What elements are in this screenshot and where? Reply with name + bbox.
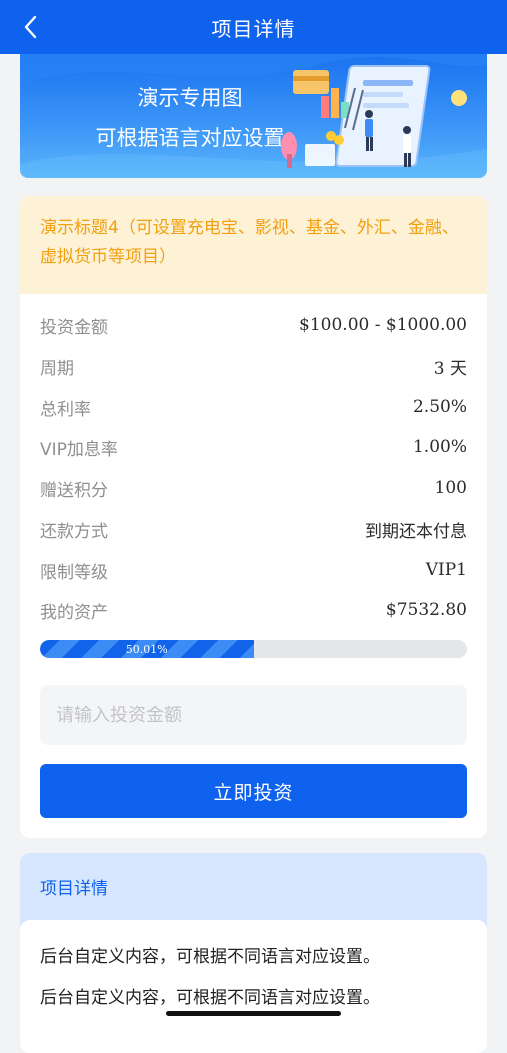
info-row-vip-rate: VIP加息率 1.00%	[40, 433, 467, 461]
progress-fill: 50.01%	[40, 640, 254, 658]
info-value: $7532.80	[385, 600, 467, 620]
info-row-period: 周期 3 天	[40, 352, 467, 380]
promo-banner: 演示专用图 可根据语言对应设置	[20, 54, 487, 178]
info-value: 1.00%	[412, 437, 467, 457]
info-value: 100	[434, 478, 467, 498]
info-label: 赠送积分	[40, 480, 108, 501]
info-value: 到期还本付息	[365, 521, 467, 542]
back-button[interactable]	[18, 13, 46, 41]
info-label: 还款方式	[40, 521, 108, 542]
info-label: VIP加息率	[40, 439, 118, 460]
info-label: 投资金额	[40, 317, 108, 338]
project-title: 演示标题4（可设置充电宝、影视、基金、外汇、金融、虚拟货币等项目）	[20, 196, 487, 294]
detail-line: 后台自定义内容，可根据不同语言对应设置。	[40, 947, 380, 967]
info-label: 我的资产	[40, 602, 108, 623]
progress-label: 50.01%	[125, 642, 168, 656]
info-value: $100.00 - $1000.00	[299, 315, 467, 335]
info-value: 2.50%	[412, 397, 467, 417]
nav-bar: 项目详情	[0, 0, 507, 54]
progress-bar: 50.01%	[40, 640, 467, 658]
chevron-left-icon	[24, 15, 37, 39]
info-value: VIP1	[425, 560, 467, 580]
info-label: 周期	[40, 358, 74, 379]
home-indicator	[166, 1011, 341, 1016]
invest-button[interactable]: 立即投资	[40, 764, 467, 818]
info-row-level: 限制等级 VIP1	[40, 556, 467, 584]
info-value: 3 天	[433, 358, 467, 379]
project-card: 演示标题4（可设置充电宝、影视、基金、外汇、金融、虚拟货币等项目） 投资金额 $…	[20, 196, 487, 838]
page-title: 项目详情	[211, 16, 296, 41]
info-row-points: 赠送积分 100	[40, 474, 467, 502]
info-row-assets: 我的资产 $7532.80	[40, 596, 467, 624]
banner-illustration	[281, 65, 467, 168]
info-label: 限制等级	[40, 562, 108, 583]
detail-body: 后台自定义内容，可根据不同语言对应设置。 后台自定义内容，可根据不同语言对应设置…	[20, 920, 487, 1053]
info-row-repayment: 还款方式 到期还本付息	[40, 515, 467, 543]
info-row-rate: 总利率 2.50%	[40, 393, 467, 421]
info-row-amount: 投资金额 $100.00 - $1000.00	[40, 311, 467, 339]
detail-section: 项目详情 后台自定义内容，可根据不同语言对应设置。 后台自定义内容，可根据不同语…	[20, 853, 487, 1053]
info-label: 总利率	[40, 399, 91, 420]
amount-input[interactable]	[40, 685, 467, 745]
detail-header: 项目详情	[40, 879, 108, 899]
detail-line: 后台自定义内容，可根据不同语言对应设置。	[40, 988, 380, 1008]
